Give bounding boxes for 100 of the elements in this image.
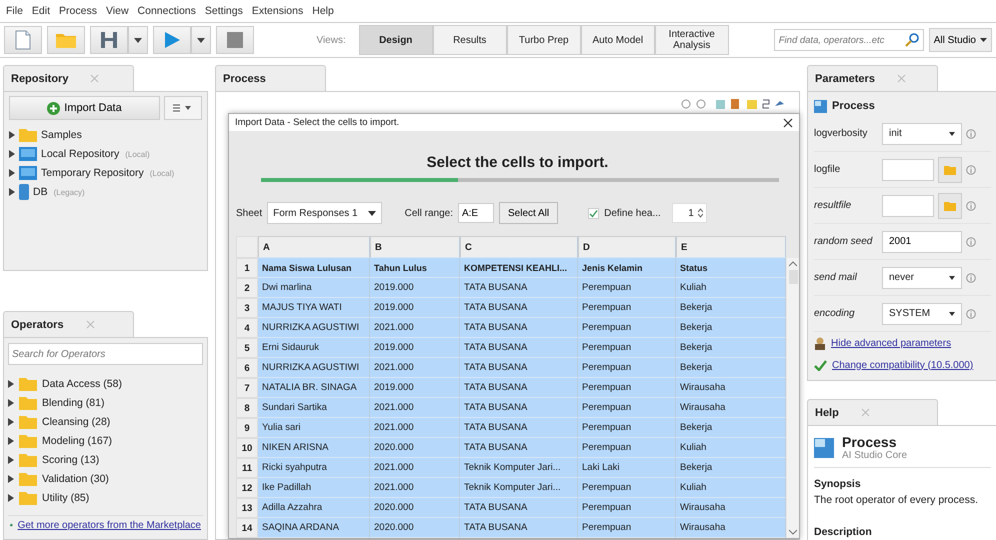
- checkbox[interactable]: [588, 208, 600, 218]
- dropdown-button[interactable]: [128, 26, 148, 54]
- expand-icon[interactable]: [8, 437, 14, 445]
- views-label: Views:: [316, 34, 346, 46]
- expand-icon[interactable]: [8, 456, 14, 464]
- view-tab[interactable]: Turbo Prep: [506, 25, 581, 55]
- scope-dropdown[interactable]: All Studio: [928, 28, 992, 52]
- parameter-dropdown[interactable]: init: [882, 122, 962, 144]
- expand-icon[interactable]: [8, 494, 14, 502]
- view-tab[interactable]: Interactive Analysis: [654, 25, 729, 55]
- expand-icon[interactable]: [9, 188, 15, 196]
- table-cell: 2021.000: [370, 358, 460, 378]
- parameters-link[interactable]: Change compatibility (10.5.000): [832, 360, 974, 370]
- expand-icon[interactable]: [8, 418, 14, 426]
- save-button[interactable]: [90, 26, 128, 54]
- scroll-up-icon[interactable]: [789, 261, 797, 267]
- close-icon[interactable]: [783, 118, 793, 128]
- info-icon[interactable]: [966, 272, 976, 282]
- menu-item[interactable]: Connections: [138, 5, 196, 17]
- parameter-field[interactable]: [882, 194, 934, 216]
- repository-item[interactable]: Temporary Repository (Local): [9, 165, 202, 181]
- search-icon[interactable]: [904, 33, 919, 47]
- table-cell: Teknik Komputer Jari...: [460, 458, 578, 478]
- parameter-dropdown[interactable]: SYSTEM: [882, 302, 962, 324]
- info-icon[interactable]: [966, 200, 976, 210]
- table-cell: Teknik Komputer Jari...: [460, 478, 578, 498]
- scrollbar-thumb[interactable]: [788, 270, 798, 284]
- info-icon[interactable]: [966, 128, 976, 138]
- monitor-icon: [19, 147, 37, 161]
- table-cell: TATA BUSANA: [460, 378, 578, 398]
- operator-group[interactable]: Scoring (13): [8, 452, 203, 468]
- cell-range-field[interactable]: A:E: [458, 203, 494, 223]
- repository-item[interactable]: DB (Legacy): [9, 184, 202, 200]
- expand-icon[interactable]: [8, 475, 14, 483]
- marketplace-link[interactable]: Get more operators from the Marketplace: [18, 520, 201, 530]
- scrollbar[interactable]: [787, 258, 799, 538]
- column-header[interactable]: D: [578, 236, 676, 258]
- define-header-label: Define hea...: [604, 208, 661, 218]
- select-all-button[interactable]: Select All: [498, 202, 558, 224]
- table-cell: Kuliah: [676, 278, 786, 298]
- expand-icon[interactable]: [9, 131, 15, 139]
- search-field[interactable]: Find data, operators...etc: [774, 29, 924, 51]
- panel-tab[interactable]: Parameters: [807, 65, 938, 91]
- menu-item[interactable]: Process: [59, 5, 97, 17]
- panel-tab[interactable]: Process: [215, 65, 326, 91]
- operator-group[interactable]: Cleansing (28): [8, 414, 203, 430]
- column-header[interactable]: C: [460, 236, 578, 258]
- parameters-link[interactable]: Hide advanced parameters: [831, 338, 952, 348]
- menu-item[interactable]: Extensions: [252, 5, 304, 17]
- table-cell: NURRIZKA AGUSTIWI: [258, 318, 370, 338]
- row-number: 5: [236, 338, 258, 358]
- sheet-dropdown[interactable]: Form Responses 1: [267, 202, 382, 224]
- folder-icon: [944, 164, 956, 174]
- spinner-arrows-icon[interactable]: [698, 208, 703, 218]
- panel-tab[interactable]: Repository: [3, 65, 134, 91]
- parameter-field[interactable]: 2001: [882, 230, 962, 252]
- column-header[interactable]: E: [676, 236, 786, 258]
- dropdown-button[interactable]: [191, 26, 211, 54]
- parameter-dropdown[interactable]: never: [882, 266, 962, 288]
- scroll-down-icon[interactable]: [789, 529, 797, 535]
- expand-icon[interactable]: [9, 150, 15, 158]
- menu-item[interactable]: File: [6, 5, 23, 17]
- column-header[interactable]: A: [258, 236, 370, 258]
- repository-item[interactable]: Samples: [9, 127, 202, 143]
- table-cell: TATA BUSANA: [460, 298, 578, 318]
- panel-tab[interactable]: Operators: [3, 311, 134, 337]
- parameter-field[interactable]: [882, 158, 934, 180]
- column-header[interactable]: B: [370, 236, 460, 258]
- menu-icon: [173, 104, 193, 112]
- expand-icon[interactable]: [8, 380, 14, 388]
- expand-icon[interactable]: [9, 169, 15, 177]
- operator-group[interactable]: Validation (30): [8, 471, 203, 487]
- info-icon[interactable]: [966, 308, 976, 318]
- table-cell: TATA BUSANA: [460, 518, 578, 538]
- view-tab[interactable]: Design: [358, 25, 433, 55]
- import-data-button[interactable]: Import Data: [9, 96, 160, 120]
- info-icon[interactable]: [966, 236, 976, 246]
- new-file-button[interactable]: [4, 26, 42, 54]
- document-icon: [15, 30, 31, 50]
- menu-item[interactable]: View: [106, 5, 129, 17]
- view-tab[interactable]: Auto Model: [580, 25, 655, 55]
- repository-item[interactable]: Local Repository (Local): [9, 146, 202, 162]
- expand-icon[interactable]: [8, 399, 14, 407]
- stop-button[interactable]: [216, 26, 254, 54]
- row-number: 3: [236, 298, 258, 318]
- panel-tab[interactable]: Help: [807, 399, 938, 425]
- operator-group[interactable]: Modeling (167): [8, 433, 203, 449]
- menu-item[interactable]: Settings: [204, 5, 243, 17]
- operator-group[interactable]: Blending (81): [8, 395, 203, 411]
- corner-cell: [236, 236, 258, 258]
- operator-search-field[interactable]: Search for Operators: [8, 343, 203, 365]
- table-cell: Perempuan: [578, 298, 676, 318]
- options-menu-button[interactable]: [164, 96, 202, 120]
- menu-item[interactable]: Edit: [32, 5, 50, 17]
- menu-item[interactable]: Help: [312, 5, 334, 17]
- info-icon[interactable]: [966, 164, 976, 174]
- operator-group[interactable]: Utility (85): [8, 490, 203, 506]
- view-tab[interactable]: Results: [432, 25, 507, 55]
- header-row-spinner[interactable]: 1: [672, 203, 707, 223]
- operator-group[interactable]: Data Access (58): [8, 376, 203, 392]
